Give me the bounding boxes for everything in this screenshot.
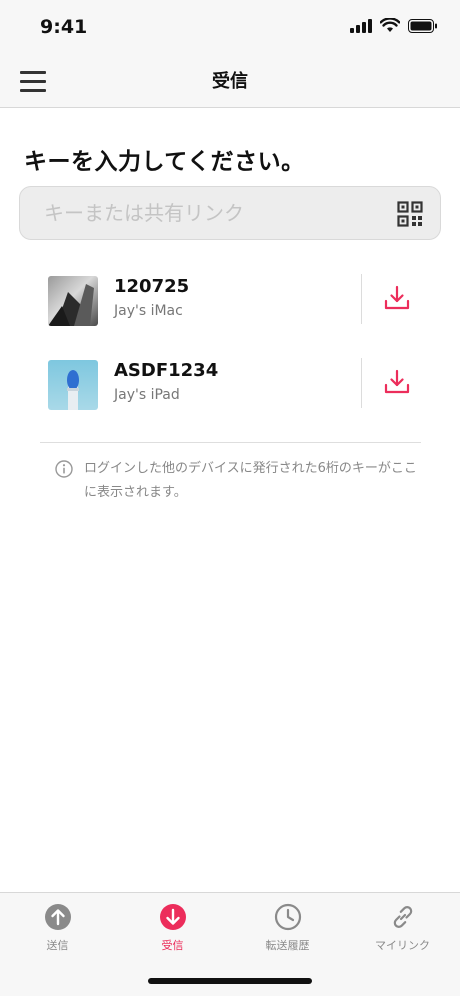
receive-screen: 9:41 受信 キーを入力してください。 キーまたは共有リンク 120725 J… [0,0,460,996]
tab-label: マイリンク [375,939,430,952]
clock-icon [274,903,301,931]
tab-my-link[interactable]: マイリンク [345,893,460,963]
tab-label: 転送履歴 [265,939,310,952]
device-key: ASDF1234 [114,360,219,381]
tab-receive[interactable]: 受信 [115,893,230,963]
arrow-up-circle-icon [44,904,71,930]
cellular-signal-icon [350,18,372,33]
info-text: ログインした他のデバイスに発行された6桁のキーがここに表示されます。 [84,461,417,500]
qr-code-scan-icon[interactable] [397,201,423,227]
tab-send[interactable]: 送信 [0,893,115,963]
device-thumbnail [48,360,98,410]
device-key: 120725 [114,276,190,297]
device-name: Jay's iPad [114,387,180,403]
status-time: 9:41 [40,16,88,38]
row-divider [361,358,362,408]
row-divider [361,274,362,324]
link-icon [393,906,412,928]
info-icon [55,460,73,478]
device-list-item[interactable]: ASDF1234 Jay's iPad [48,358,416,414]
wifi-icon [380,18,400,32]
tab-label: 送信 [46,939,69,952]
key-search-field[interactable] [19,186,441,240]
download-icon[interactable] [383,368,411,396]
home-indicator [148,978,312,984]
key-prompt: キーを入力してください。 [24,149,305,175]
device-name: Jay's iMac [114,303,183,319]
tab-label: 受信 [161,939,184,952]
download-icon[interactable] [383,284,411,312]
key-input[interactable] [44,197,384,229]
navigation-bar: 受信 [0,56,460,108]
device-thumbnail [48,276,98,326]
device-list-item[interactable]: 120725 Jay's iMac [48,274,416,330]
status-bar: 9:41 [0,0,460,56]
tab-transfer-history[interactable]: 転送履歴 [230,893,345,963]
battery-icon [408,18,437,33]
page-title: 受信 [212,71,248,92]
arrow-down-circle-icon [159,904,186,930]
list-divider [40,442,421,443]
status-icons [350,18,438,33]
